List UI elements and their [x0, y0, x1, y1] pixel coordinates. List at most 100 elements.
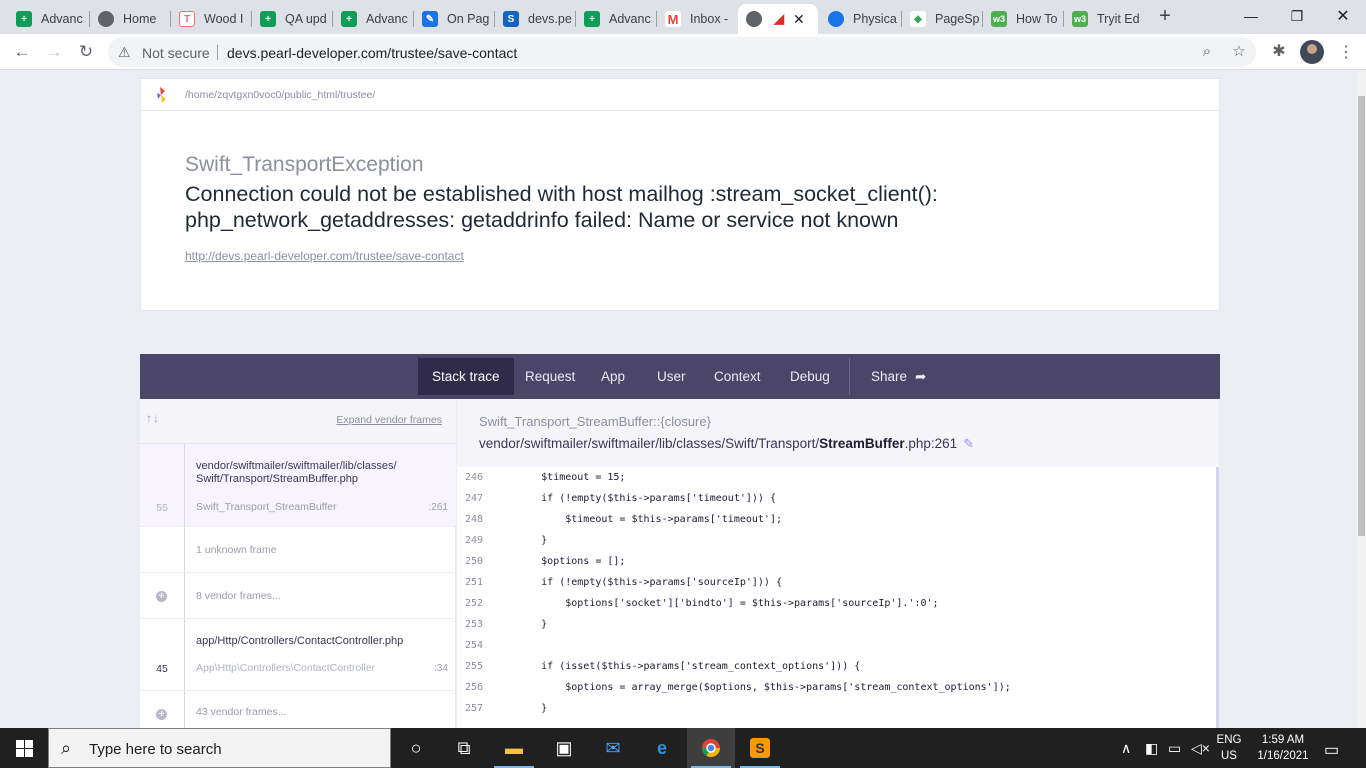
frame-line: :261 [428, 502, 448, 513]
minimize-button[interactable]: — [1228, 0, 1274, 32]
sheets-icon: + [16, 11, 32, 27]
tab-app[interactable]: App [587, 358, 639, 395]
plus-icon[interactable]: + [156, 591, 167, 602]
tab-user[interactable]: User [643, 358, 700, 395]
search-placeholder: Type here to search [89, 741, 222, 758]
zoom-icon[interactable]: ⌕ [1198, 43, 1216, 61]
frame-number: 55 [156, 502, 168, 514]
cart-icon [828, 11, 844, 27]
browser-tab[interactable]: w3 How To [983, 4, 1063, 34]
gmail-icon: M [665, 11, 681, 27]
plus-icon[interactable]: + [156, 709, 167, 720]
stack-frame-app[interactable]: app/Http/Controllers/ContactController.p… [140, 619, 456, 691]
ignition-logo-icon [157, 87, 166, 103]
app-path: /home/zqvtgxn0voc0/public_html/trustee/ [185, 89, 376, 101]
back-button[interactable]: ← [10, 40, 34, 64]
stack-frame-vendor-group[interactable]: + 8 vendor frames... [140, 573, 456, 619]
share-icon: ➦ [915, 368, 927, 384]
browser-toolbar: ← → ↻ ⚠ Not secure devs.pearl-developer.… [0, 34, 1366, 70]
address-bar[interactable]: ⚠ Not secure devs.pearl-developer.com/tr… [108, 37, 1256, 67]
taskbar-search[interactable]: ⌕ Type here to search [48, 728, 391, 768]
function-name: Swift_Transport_StreamBuffer::{closure} [479, 414, 711, 429]
browser-tab[interactable]: M Inbox - [657, 4, 737, 34]
sheets-icon: + [341, 11, 357, 27]
sublime-text-icon[interactable]: S [736, 728, 784, 768]
security-label[interactable]: Not secure [142, 45, 210, 61]
browser-tab[interactable]: Home [90, 4, 170, 34]
tab-stack-trace[interactable]: Stack trace [418, 358, 514, 395]
chrome-icon[interactable] [687, 728, 735, 768]
reload-button[interactable]: ↻ [74, 40, 98, 64]
language-indicator[interactable]: ENG US [1214, 732, 1244, 764]
share-button[interactable]: Share ➦ [857, 358, 940, 395]
frame-class: App\Http\Controllers\ContactController [196, 662, 376, 674]
browser-tab-active[interactable]: ◢ ✕ [738, 4, 818, 34]
code-line: 246 $timeout = 15; [464, 472, 626, 483]
globe-icon [98, 11, 114, 27]
stack-frame-unknown[interactable]: 1 unknown frame [140, 527, 456, 573]
frame-nav-arrows-icon[interactable]: ↑↓ [146, 411, 160, 425]
new-tab-button[interactable]: + [1154, 6, 1176, 28]
forward-button[interactable]: → [42, 40, 66, 64]
restore-button[interactable]: ❐ [1274, 0, 1320, 32]
browser-tab[interactable]: T Wood I [171, 4, 251, 34]
notifications-icon[interactable]: ▭ [1324, 740, 1339, 760]
tab-close-icon[interactable]: ✕ [793, 11, 805, 28]
code-line: 257 } [464, 703, 548, 714]
close-window-button[interactable]: ✕ [1320, 0, 1366, 32]
browser-tab[interactable]: + Advanc [8, 4, 88, 34]
browser-tab[interactable]: Sdevs.pe [495, 4, 575, 34]
cortana-icon[interactable]: ○ [392, 728, 440, 768]
warning-icon[interactable]: ⚠ [118, 44, 131, 61]
edge-icon[interactable]: e [638, 728, 686, 768]
code-line: 250 $options = []; [464, 556, 626, 567]
code-viewer: 246 $timeout = 15; 247 if (!empty($this-… [457, 467, 1219, 728]
clock[interactable]: 1:59 AM 1/16/2021 [1252, 732, 1314, 764]
start-button[interactable] [0, 728, 48, 768]
tray-chevron-icon[interactable]: ∧ [1121, 740, 1131, 757]
browser-tab[interactable]: + Advanc [333, 4, 413, 34]
edit-pencil-icon[interactable]: ✎ [963, 436, 974, 451]
tab-strip: + Advanc Home T Wood I + QA upd + Advanc ✎ On… [0, 0, 1366, 34]
stack-frame-list: ↑↓ Expand vendor frames vendor/swiftmail… [140, 399, 456, 728]
mail-icon[interactable]: ✉ [589, 728, 637, 768]
frame-path: vendor/swiftmailer/swiftmailer/lib/class… [196, 460, 397, 485]
meet-now-icon[interactable]: ◧ [1145, 740, 1158, 757]
w3-icon: w3 [991, 11, 1007, 27]
star-icon[interactable]: ☆ [1230, 43, 1248, 61]
pagespeed-icon: ◆ [910, 11, 926, 27]
extensions-icon[interactable]: ✱ [1269, 42, 1289, 62]
browser-tab[interactable]: ✎ On Pag [414, 4, 494, 34]
code-line: 251 if (!empty($this->params['sourceIp']… [464, 577, 782, 588]
frame-line: :34 [434, 663, 448, 674]
file-path: vendor/swiftmailer/swiftmailer/lib/class… [479, 436, 975, 451]
browser-tab[interactable]: w3 Tryit Ed [1064, 4, 1144, 34]
tab-request[interactable]: Request [511, 358, 589, 395]
browser-tab[interactable]: ◆ PageSp [902, 4, 982, 34]
task-view-icon[interactable]: ⧉ [440, 728, 488, 768]
file-explorer-icon[interactable]: ▬ [490, 728, 538, 768]
frame-path: app/Http/Controllers/ContactController.p… [196, 635, 404, 647]
request-url-link[interactable]: http://devs.pearl-developer.com/trustee/… [185, 249, 464, 263]
url-text[interactable]: devs.pearl-developer.com/trustee/save-co… [227, 45, 517, 61]
browser-tab[interactable]: + Advanc [576, 4, 656, 34]
code-line: 248 $timeout = $this->params['timeout']; [464, 514, 782, 525]
tab-debug[interactable]: Debug [776, 358, 844, 395]
expand-vendor-frames-link[interactable]: Expand vendor frames [336, 414, 442, 426]
browser-tab[interactable]: + QA upd [252, 4, 332, 34]
tab-context[interactable]: Context [700, 358, 775, 395]
scrollbar-thumb[interactable] [1358, 96, 1365, 536]
exception-message: Connection could not be established with… [185, 182, 938, 232]
network-icon[interactable]: ▭ [1168, 740, 1181, 757]
stack-frame-selected[interactable]: vendor/swiftmailer/swiftmailer/lib/class… [140, 444, 456, 527]
windows-taskbar: ⌕ Type here to search ○ ⧉ ▬ ▣ ✉ e S ∧ ◧ … [0, 728, 1366, 768]
stack-frame-vendor-group[interactable]: + 43 vendor frames... [140, 691, 456, 728]
t-icon: T [179, 11, 195, 27]
browser-tab[interactable]: Physica [820, 4, 900, 34]
avatar[interactable] [1300, 40, 1324, 64]
frame-detail-header: Swift_Transport_StreamBuffer::{closure} … [457, 399, 1219, 467]
menu-icon[interactable]: ⋮ [1336, 42, 1356, 62]
code-line: 256 $options = array_merge($options, $th… [464, 682, 1011, 693]
volume-muted-icon[interactable]: ◁× [1191, 740, 1210, 757]
store-icon[interactable]: ▣ [540, 728, 588, 768]
